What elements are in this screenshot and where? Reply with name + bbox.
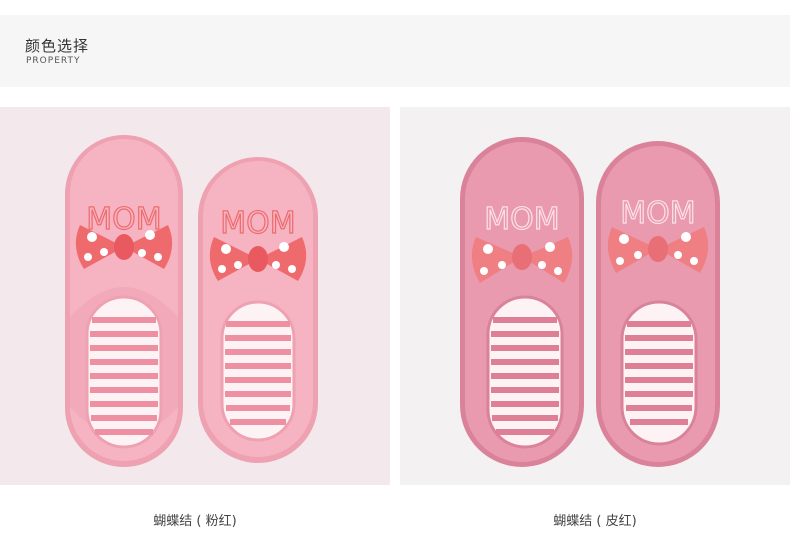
photo-background	[0, 107, 390, 485]
slipper-pair-illustration-pink: MOM MOM	[0, 107, 390, 485]
slipper-right: MOM	[596, 141, 720, 467]
embroidery-text-right: MOM	[220, 206, 295, 241]
slipper-left: MOM	[65, 135, 183, 467]
product-photo-pink[interactable]: MOM MOM	[0, 107, 390, 485]
product-caption-pink: 蝴蝶结 ( 粉红)	[153, 514, 237, 529]
product-caption-rose: 蝴蝶结 ( 皮红)	[553, 514, 637, 529]
embroidery-text-left: MOM	[484, 202, 559, 237]
slipper-right: MOM	[198, 157, 318, 463]
slipper-left: MOM	[460, 137, 584, 467]
embroidery-text-right: MOM	[620, 196, 695, 231]
slipper-pair-illustration-rose: MOM MOM	[400, 107, 790, 485]
product-photo-rose[interactable]: MOM MOM	[400, 107, 790, 485]
section-title: 颜色选择	[25, 37, 90, 55]
photo-background	[400, 107, 790, 485]
section-header: 颜色选择 PROPERTY	[0, 15, 790, 87]
insole-stripes-left	[491, 317, 559, 435]
insole-stripes-left	[90, 317, 158, 435]
section-subtitle: PROPERTY	[26, 56, 81, 66]
